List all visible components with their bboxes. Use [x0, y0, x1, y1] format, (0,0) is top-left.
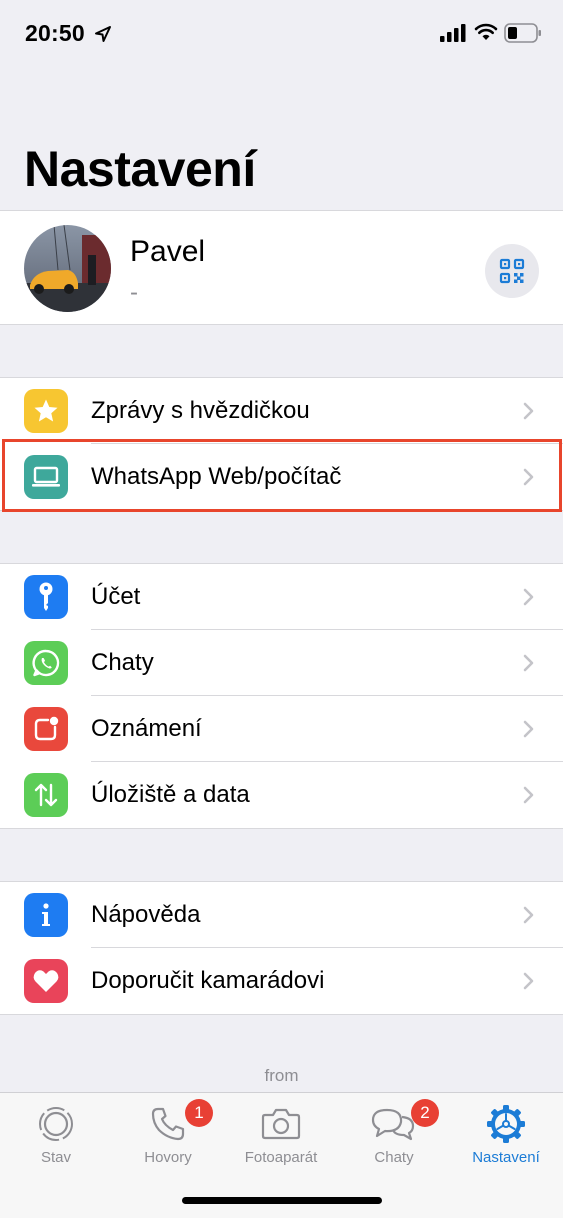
settings-group-help: Nápověda Doporučit kamarádovi	[0, 881, 563, 1015]
settings-group-account: Účet Chaty Oznámení Úložiště a data	[0, 563, 563, 829]
page-title: Nastavení	[24, 141, 256, 197]
row-help[interactable]: Nápověda	[0, 882, 563, 948]
tab-status[interactable]: Stav	[0, 1093, 112, 1183]
row-tell-a-friend[interactable]: Doporučit kamarádovi	[0, 948, 563, 1014]
status-icon	[37, 1103, 75, 1145]
qr-code-icon	[499, 258, 525, 284]
row-account[interactable]: Účet	[0, 564, 563, 630]
chevron-right-icon	[523, 972, 534, 990]
settings-gear-icon	[486, 1103, 526, 1145]
notification-icon	[24, 707, 68, 751]
row-chats[interactable]: Chaty	[0, 630, 563, 696]
tab-label: Chaty	[374, 1149, 414, 1166]
row-notifications[interactable]: Oznámení	[0, 696, 563, 762]
tab-label: Fotoaparát	[244, 1149, 318, 1166]
wifi-icon	[474, 23, 498, 40]
tab-label: Nastavení	[472, 1149, 540, 1166]
tab-camera[interactable]: Fotoaparát	[225, 1093, 337, 1183]
row-label: Úložiště a data	[91, 781, 250, 808]
cellular-signal-icon	[440, 24, 466, 42]
chevron-right-icon	[523, 402, 534, 420]
tab-calls[interactable]: Hovory 1	[112, 1093, 224, 1183]
qr-code-button[interactable]	[485, 244, 539, 298]
profile-row[interactable]: Pavel -	[0, 210, 563, 325]
status-bar: 20:50	[0, 0, 563, 70]
avatar[interactable]	[24, 225, 111, 312]
arrows-updown-icon	[24, 773, 68, 817]
phone-icon	[150, 1103, 186, 1145]
chevron-right-icon	[523, 720, 534, 738]
heart-icon	[24, 959, 68, 1003]
tab-label: Stav	[40, 1149, 71, 1166]
unread-badge: 2	[411, 1099, 439, 1127]
row-label: Nápověda	[91, 901, 201, 928]
key-icon	[24, 575, 68, 619]
chevron-right-icon	[523, 654, 534, 672]
battery-icon	[504, 23, 541, 43]
tab-chats[interactable]: Chaty 2	[338, 1093, 450, 1183]
row-label: Oznámení	[91, 715, 202, 742]
tab-settings[interactable]: Nastavení	[450, 1093, 562, 1183]
status-time: 20:50	[25, 20, 85, 46]
camera-icon	[261, 1103, 301, 1145]
chevron-right-icon	[523, 588, 534, 606]
row-label: Doporučit kamarádovi	[91, 967, 325, 994]
from-label: from	[264, 1066, 299, 1085]
star-icon	[24, 389, 68, 433]
profile-status: -	[130, 279, 138, 306]
whatsapp-icon	[24, 641, 68, 685]
unread-badge: 1	[185, 1099, 213, 1127]
row-label: Zprávy s hvězdičkou	[91, 397, 310, 424]
row-storage-data[interactable]: Úložiště a data	[0, 762, 563, 828]
home-indicator	[182, 1197, 382, 1204]
row-starred-messages[interactable]: Zprávy s hvězdičkou	[0, 378, 563, 444]
chevron-right-icon	[523, 786, 534, 804]
highlight-frame	[2, 439, 562, 512]
tab-label: Hovory	[144, 1149, 192, 1166]
profile-name: Pavel	[130, 235, 206, 268]
chevron-right-icon	[523, 906, 534, 924]
info-icon	[24, 893, 68, 937]
row-label: Chaty	[91, 649, 154, 676]
row-label: Účet	[91, 583, 141, 610]
location-arrow-icon	[95, 26, 111, 42]
